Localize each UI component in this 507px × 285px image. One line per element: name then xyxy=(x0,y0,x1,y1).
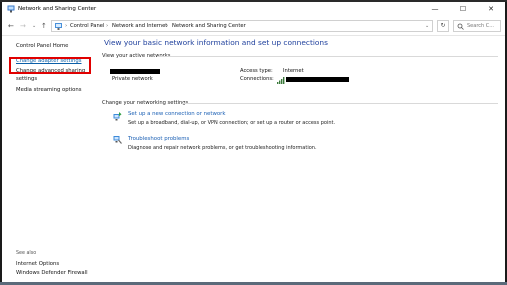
minimize-button[interactable]: — xyxy=(425,3,445,15)
close-button[interactable]: ✕ xyxy=(481,3,501,15)
sidebar-media-streaming-options[interactable]: Media streaming options xyxy=(16,87,82,94)
search-placeholder: Search C... xyxy=(467,23,495,29)
connections-label: Connections: xyxy=(240,76,274,82)
up-arrow-icon[interactable]: ↑ xyxy=(41,20,47,32)
forward-arrow-icon[interactable]: → xyxy=(20,20,26,32)
setup-new-connection-link[interactable]: Set up a new connection or network xyxy=(128,111,226,117)
troubleshoot-problems-link[interactable]: Troubleshoot problems xyxy=(128,136,189,142)
network-type-label: Private network xyxy=(112,76,153,82)
address-bar: ← → ⌄ ↑ › Control Panel › Network and In… xyxy=(2,17,505,36)
network-sharing-center-icon xyxy=(7,5,15,13)
section-divider xyxy=(158,56,498,57)
see-also-heading: See also xyxy=(16,251,37,256)
sidebar-windows-defender-firewall[interactable]: Windows Defender Firewall xyxy=(16,270,88,277)
redacted-connection-name[interactable] xyxy=(286,77,349,82)
address-path-box[interactable]: › Control Panel › Network and Internet ›… xyxy=(51,20,433,32)
troubleshoot-icon xyxy=(113,136,122,144)
title-bar: Network and Sharing Center — ☐ ✕ xyxy=(2,2,505,16)
redacted-network-name xyxy=(110,69,160,74)
new-connection-icon xyxy=(113,112,122,121)
sidebar-internet-options[interactable]: Internet Options xyxy=(16,261,59,268)
section-divider xyxy=(183,103,498,104)
search-icon xyxy=(457,23,464,30)
control-panel-icon xyxy=(55,23,62,30)
change-networking-settings-heading: Change your networking settings xyxy=(102,100,189,106)
breadcrumb-control-panel[interactable]: Control Panel xyxy=(70,21,104,32)
breadcrumb-network-internet[interactable]: Network and Internet xyxy=(112,21,167,32)
back-arrow-icon[interactable]: ← xyxy=(8,20,14,32)
address-dropdown-chevron-icon[interactable]: ⌄ xyxy=(425,21,429,32)
highlight-box-change-adapter xyxy=(9,57,91,74)
wifi-signal-icon xyxy=(277,77,285,84)
page-title: View your basic network information and … xyxy=(104,38,328,47)
recent-locations-chevron-icon[interactable]: ⌄ xyxy=(32,20,36,32)
troubleshoot-problems-description: Diagnose and repair network problems, or… xyxy=(128,145,317,151)
maximize-button[interactable]: ☐ xyxy=(453,3,473,15)
breadcrumb-network-sharing-center[interactable]: Network and Sharing Center xyxy=(172,21,246,32)
refresh-button[interactable]: ↻ xyxy=(437,20,449,32)
setup-new-connection-description: Set up a broadband, dial-up, or VPN conn… xyxy=(128,120,336,126)
breadcrumb-separator: › xyxy=(166,23,169,29)
sidebar-change-advanced-sharing-line2[interactable]: settings xyxy=(16,76,37,83)
sidebar-control-panel-home[interactable]: Control Panel Home xyxy=(16,43,68,50)
breadcrumb-separator: › xyxy=(106,23,109,29)
access-type-value: Internet xyxy=(283,68,304,74)
sidebar: Control Panel Home Change adapter settin… xyxy=(2,36,96,282)
breadcrumb-separator: › xyxy=(65,23,68,29)
window-title: Network and Sharing Center xyxy=(18,6,97,12)
access-type-label: Access type: xyxy=(240,68,273,74)
search-control-panel-input[interactable]: Search C... xyxy=(453,20,501,32)
network-sharing-center-window: Network and Sharing Center — ☐ ✕ ← → ⌄ ↑… xyxy=(2,2,505,282)
